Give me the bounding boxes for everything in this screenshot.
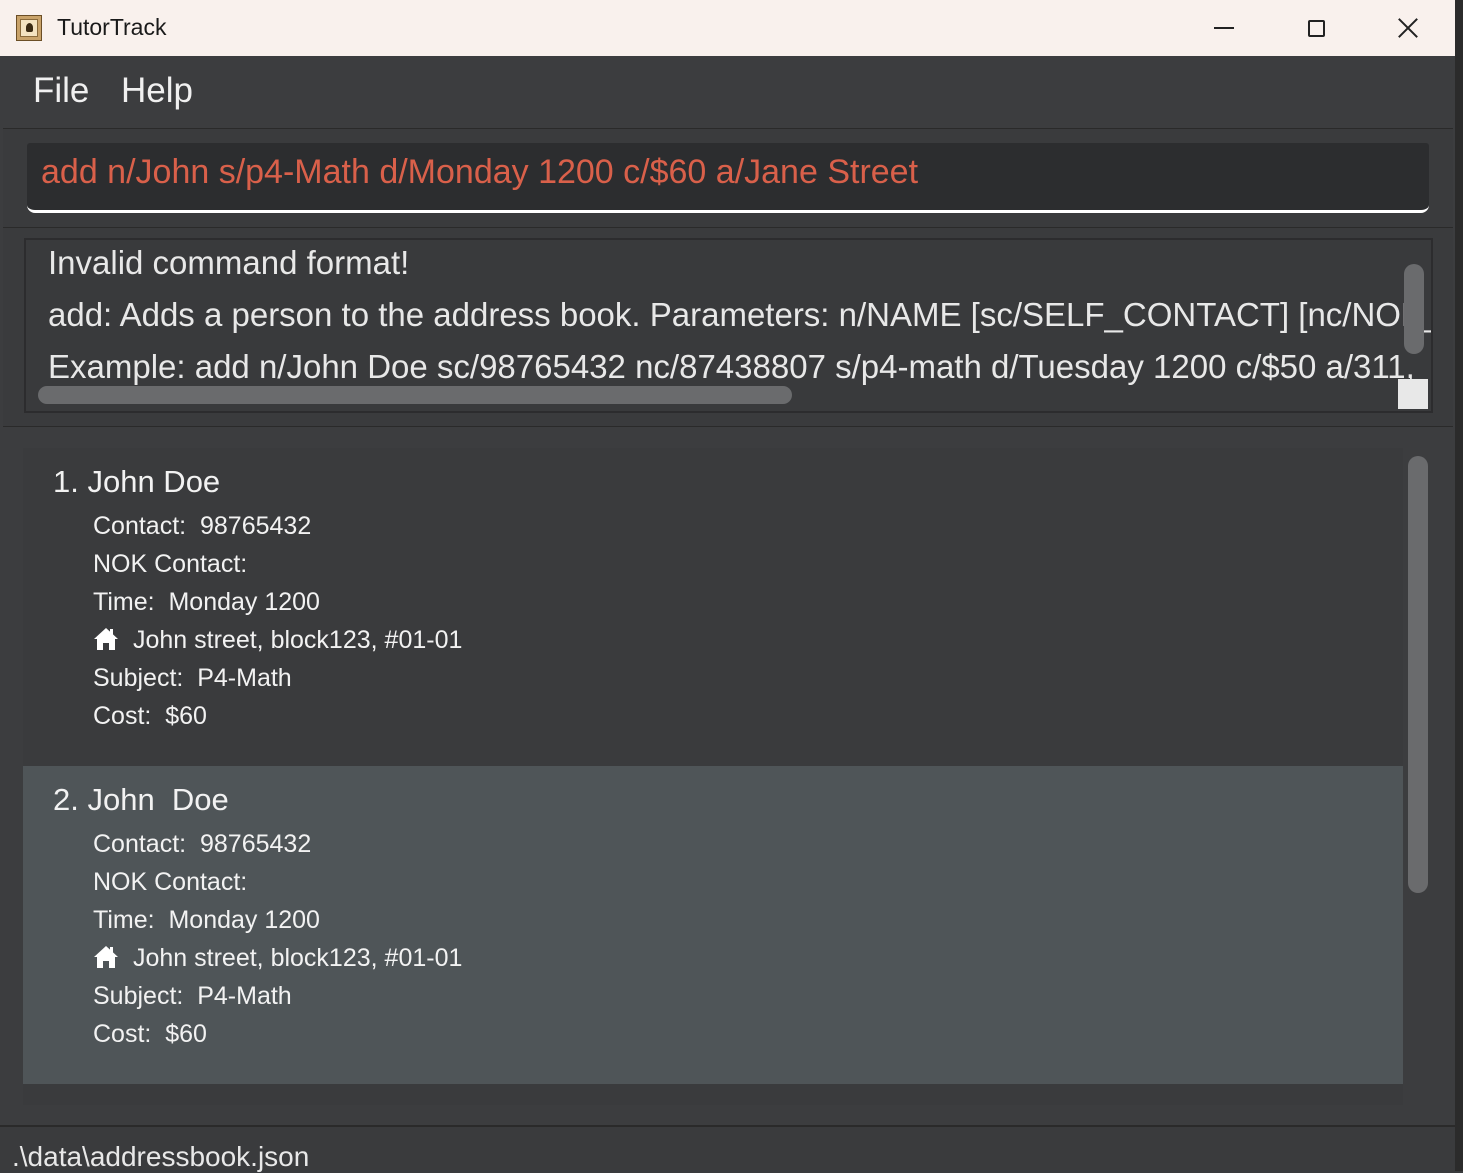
maximize-icon: [1307, 19, 1325, 37]
person-card-selected[interactable]: 2. John Doe Contact: 98765432 NOK Contac…: [23, 766, 1403, 1084]
window-title: TutorTrack: [57, 14, 167, 40]
result-vertical-scrollbar[interactable]: [1404, 264, 1424, 354]
person-address-row: John street, block123, #01-01: [93, 626, 462, 655]
person-subject: Subject: P4-Math: [93, 982, 292, 1010]
person-address: John street, block123, #01-01: [133, 626, 463, 654]
status-bar: .\data\addressbook.json: [0, 1125, 1455, 1173]
person-name: 1. John Doe: [53, 464, 221, 499]
address-book-icon: [16, 15, 42, 41]
result-line: Example: add n/John Doe sc/98765432 nc/8…: [48, 348, 1415, 385]
minimize-button[interactable]: [1178, 0, 1270, 56]
menu-help[interactable]: Help: [121, 71, 193, 111]
background-gutter: [1455, 0, 1463, 1171]
person-card[interactable]: 1. John Doe Contact: 98765432 NOK Contac…: [23, 448, 1403, 766]
close-icon: [1397, 17, 1419, 39]
person-contact: Contact: 98765432: [93, 512, 312, 540]
result-horizontal-scrollbar[interactable]: [38, 386, 792, 404]
menu-bar: File Help: [0, 56, 1455, 128]
menu-file[interactable]: File: [33, 71, 89, 111]
person-contact: Contact: 98765432: [93, 830, 312, 858]
person-cost: Cost: $60: [93, 702, 207, 730]
minimize-icon: [1214, 27, 1234, 29]
person-address: John street, block123, #01-01: [133, 944, 463, 972]
person-nok-contact: NOK Contact:: [93, 550, 248, 578]
person-address-row: John street, block123, #01-01: [93, 944, 462, 973]
command-input[interactable]: [41, 153, 1411, 192]
person-nok-contact: NOK Contact:: [93, 868, 248, 896]
save-location: .\data\addressbook.json: [12, 1141, 310, 1172]
maximize-button[interactable]: [1270, 0, 1362, 56]
home-icon: [94, 946, 118, 968]
person-time: Time: Monday 1200: [93, 906, 320, 934]
app-window: TutorTrack File Help Invalid command for…: [0, 0, 1456, 1173]
scroll-corner: [1398, 379, 1428, 409]
result-line: Invalid command format!: [48, 244, 410, 281]
person-name: 2. John Doe: [53, 782, 229, 817]
person-time: Time: Monday 1200: [93, 588, 320, 616]
result-line: add: Adds a person to the address book. …: [48, 296, 1433, 333]
person-list: 1. John Doe Contact: 98765432 NOK Contac…: [23, 448, 1403, 1105]
person-cost: Cost: $60: [93, 1020, 207, 1048]
person-list-scrollbar[interactable]: [1408, 456, 1428, 893]
person-subject: Subject: P4-Math: [93, 664, 292, 692]
close-button[interactable]: [1362, 0, 1454, 56]
title-bar: TutorTrack: [0, 0, 1455, 56]
home-icon: [94, 628, 118, 650]
command-box[interactable]: [27, 143, 1429, 213]
result-display[interactable]: Invalid command format! add: Adds a pers…: [24, 238, 1433, 413]
